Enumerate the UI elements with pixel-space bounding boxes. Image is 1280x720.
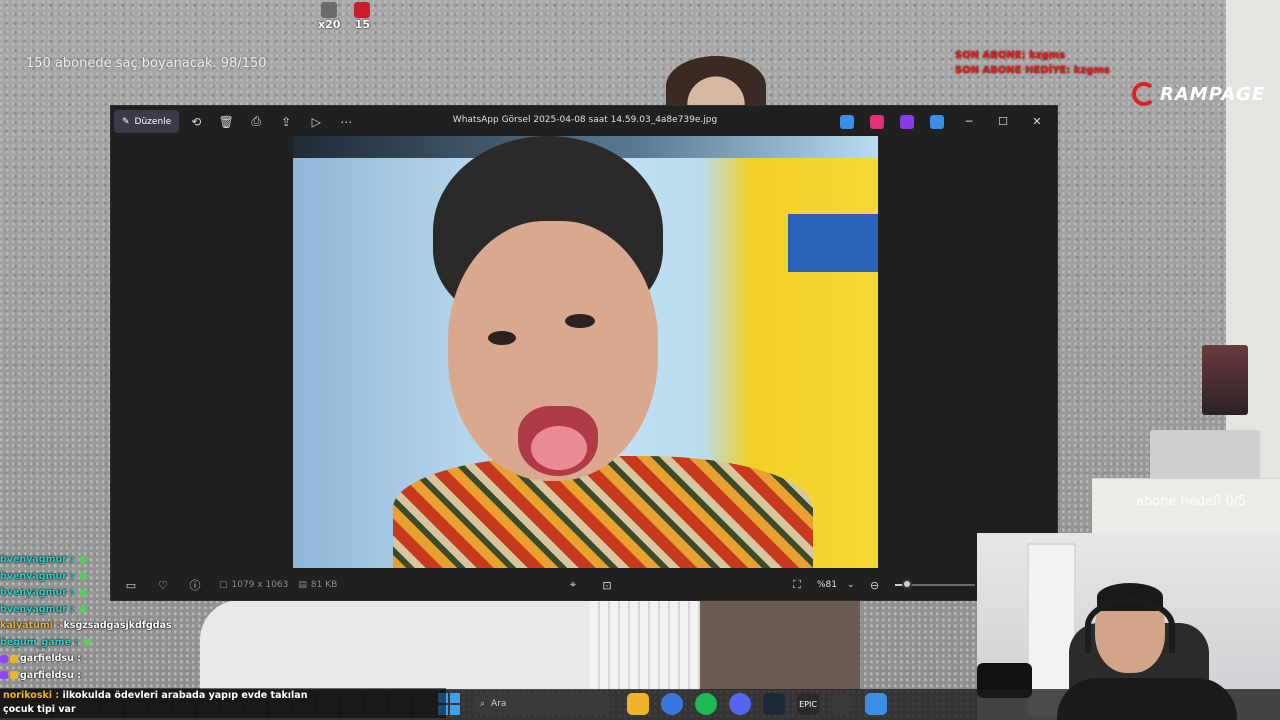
subscriber-goal-text: 150 abonede saç boyanacak. 98/150	[26, 56, 267, 71]
badge-icon	[0, 671, 8, 679]
title-bar: ✎ Düzenle ⟲ 🗑 ⎙ ⇪ ▷ ⋯ WhatsApp Görsel 20…	[111, 106, 1057, 137]
file-size-value: 81 KB	[310, 580, 338, 590]
zoom-value: %81	[817, 580, 838, 590]
badge-icon	[10, 671, 18, 679]
steam-icon[interactable]	[763, 693, 785, 715]
zoom-out-button[interactable]: ⊖	[861, 574, 889, 596]
fit-to-window-button[interactable]: ⛶	[783, 574, 811, 596]
photos-app-icon[interactable]	[840, 114, 854, 129]
onedrive-icon[interactable]	[930, 114, 944, 129]
brand-name: RAMPAGE	[1160, 83, 1266, 105]
zoom-thumb[interactable]	[901, 579, 912, 589]
emote-icon	[79, 588, 88, 597]
clipchamp-icon[interactable]	[870, 114, 884, 129]
chevron-down-icon: ⌄	[847, 580, 855, 590]
bit-icon	[321, 2, 338, 18]
badge-icon	[0, 654, 8, 663]
taskbar-search[interactable]: ⌕ Ara	[472, 693, 612, 715]
angry-emote-icon	[354, 2, 371, 18]
bottom-center-tools: ⌖ ⊡	[559, 574, 621, 596]
chat-message: bvenyagmur :	[0, 569, 300, 586]
fit-icon: ⛶	[793, 578, 801, 591]
last-subscriber-panel: SON ABONE: kzgms SON ABONE HEDİYE: kzgms	[955, 48, 1110, 78]
spotify-icon[interactable]	[695, 693, 717, 715]
zoom-out-icon: ⊖	[869, 578, 880, 592]
hud-item-bits: x20	[318, 2, 340, 31]
visual-search-button[interactable]: ⌖	[559, 574, 587, 596]
chat-username: kalyatumi :	[0, 620, 61, 631]
photos-taskbar-icon[interactable]	[865, 693, 887, 715]
photo-viewer-image[interactable]: ✋	[293, 136, 878, 568]
file-explorer-icon[interactable]	[627, 693, 649, 715]
emote-icon	[79, 572, 88, 580]
hud-count: 15	[354, 18, 371, 31]
designer-icon[interactable]	[900, 114, 914, 129]
background-sweater	[700, 600, 860, 690]
zoom-slider[interactable]	[894, 574, 975, 596]
zoom-dropdown[interactable]: %81 ⌄	[817, 580, 855, 590]
chat-username: bvenyagmur :	[0, 587, 75, 598]
background-radiator	[590, 600, 700, 690]
epic-games-icon[interactable]: EPIC	[797, 693, 819, 715]
stream-hud: x20 15	[318, 2, 371, 31]
chat-username: garfieldsu :	[20, 669, 81, 681]
background-wall	[1226, 0, 1280, 490]
chrome-icon[interactable]	[661, 693, 683, 715]
hud-count: x20	[318, 18, 341, 31]
chat-username: bvenyagmur :	[0, 554, 75, 565]
ocr-button[interactable]: ⊡	[593, 574, 621, 596]
chat-highlight-message: norikoski : ilkokulda ödevleri arabada y…	[0, 688, 446, 718]
emote-icon	[83, 638, 92, 646]
subscriber-goal-overlay: abone hedefi 0/5	[1136, 494, 1247, 509]
hud-item-emote: 15	[354, 2, 371, 31]
chat-message: bvenyagmur :	[0, 552, 300, 569]
emote-icon	[79, 605, 88, 613]
chat-message: bvenyagmur :	[0, 585, 300, 602]
chat-message: garfieldsu :	[0, 668, 300, 685]
chat-text-continued: çocuk tipi var	[3, 704, 76, 715]
rampage-logo: RAMPAGE	[1132, 82, 1265, 106]
chat-message: kalyatumi : ksgzsadgasjkdfgdas	[0, 618, 300, 635]
chat-message: bvenyagmur :	[0, 602, 300, 619]
visual-search-icon: ⌖	[569, 578, 577, 591]
taskbar-items: ⌕ Ara EPIC	[438, 693, 890, 715]
obs-icon[interactable]	[831, 693, 853, 715]
background-shelf	[1202, 345, 1248, 415]
zoom-controls: ⛶ %81 ⌄ ⊖	[783, 574, 975, 596]
photos-app-window: ✎ Düzenle ⟲ 🗑 ⎙ ⇪ ▷ ⋯ WhatsApp Görsel 20…	[110, 105, 1058, 601]
window-controls: ─ ☐ ✕	[833, 110, 1053, 133]
headset-icon	[1085, 598, 1175, 653]
discord-icon[interactable]	[729, 693, 751, 715]
chat-username: bvenyagmur :	[0, 570, 75, 582]
chat-text: ilkokulda ödevleri arabada yapıp evde ta…	[62, 690, 308, 701]
chat-message: garfieldsu :	[0, 651, 300, 668]
chat-username: norikoski :	[3, 690, 60, 701]
minimize-button[interactable]: ─	[953, 110, 985, 133]
close-button[interactable]: ✕	[1021, 110, 1053, 133]
maximize-button[interactable]: ☐	[987, 110, 1019, 133]
rampage-logo-icon	[1132, 82, 1156, 106]
search-icon: ⌕	[480, 699, 486, 709]
background-tray	[1150, 430, 1260, 480]
chat-username: bvenyagmur :	[0, 603, 75, 615]
chat-message: begum_game :	[0, 635, 300, 652]
file-size: ▤ 81 KB	[298, 580, 337, 590]
last-gift-subscriber: SON ABONE HEDİYE: kzgms	[955, 65, 1110, 76]
text-scan-icon: ⊡	[602, 578, 612, 592]
badge-icon	[10, 654, 18, 663]
search-placeholder: Ara	[491, 699, 507, 709]
chat-overlay: bvenyagmur : bvenyagmur : bvenyagmur : b…	[0, 552, 300, 684]
chat-username: garfieldsu :	[20, 653, 81, 664]
chat-text: ksgzsadgasjkdfgdas	[63, 620, 172, 631]
emote-icon	[79, 555, 88, 564]
chat-username: begum_game :	[0, 636, 79, 648]
last-subscriber: SON ABONE: kzgms	[955, 50, 1066, 61]
